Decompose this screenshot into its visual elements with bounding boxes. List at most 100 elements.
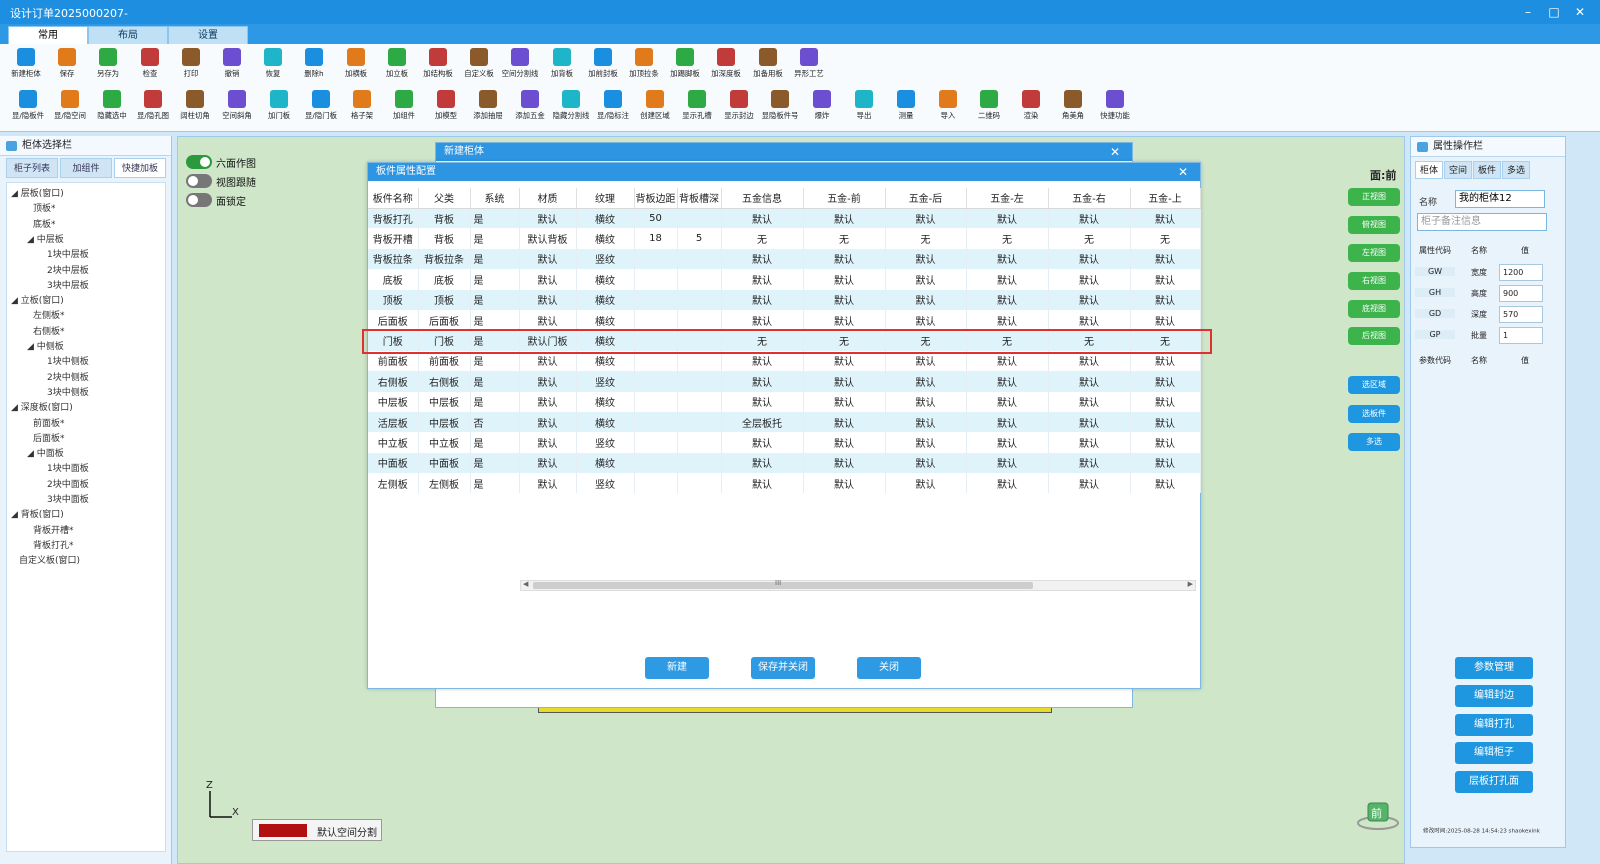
- edit-drilling-button[interactable]: 编辑打孔: [1455, 714, 1533, 736]
- table-cell[interactable]: 默认: [885, 269, 967, 290]
- table-cell[interactable]: 横纹: [576, 350, 635, 372]
- table-row[interactable]: 底板 底板是默认 横纹 默认 默认 默认 默认 默认 默认: [368, 269, 1201, 290]
- table-cell[interactable]: 默认: [1130, 208, 1201, 229]
- table-cell[interactable]: 默认: [1130, 411, 1201, 433]
- table-cell[interactable]: [677, 309, 722, 331]
- table-cell[interactable]: 默认: [519, 452, 577, 474]
- table-cell[interactable]: [634, 350, 678, 372]
- table-cell[interactable]: 默认: [885, 452, 967, 474]
- table-cell[interactable]: [634, 289, 678, 310]
- tree-item[interactable]: ◢ 中层板: [27, 233, 64, 247]
- table-cell[interactable]: 背板拉条: [368, 248, 419, 270]
- multi-select-button[interactable]: 多选: [1348, 433, 1400, 451]
- table-cell[interactable]: 底板: [418, 269, 471, 290]
- table-cell[interactable]: 默认: [1048, 309, 1131, 331]
- table-cell[interactable]: 中层板: [418, 391, 471, 412]
- table-cell[interactable]: 默认: [519, 432, 577, 453]
- table-cell[interactable]: 横纹: [576, 411, 635, 433]
- back-view-button[interactable]: 后视图: [1348, 327, 1400, 345]
- table-cell[interactable]: 背板开槽: [368, 228, 419, 249]
- table-cell[interactable]: 底板: [368, 269, 419, 290]
- toolbar-button[interactable]: 显隐板件号: [758, 88, 802, 124]
- table-cell[interactable]: [634, 452, 678, 474]
- table-cell[interactable]: 默认: [885, 432, 967, 453]
- table-cell[interactable]: 默认: [803, 350, 886, 372]
- table-cell[interactable]: 无: [721, 228, 804, 249]
- table-cell[interactable]: 默认: [721, 248, 804, 270]
- table-cell[interactable]: 默认: [519, 411, 577, 433]
- table-cell[interactable]: 默认: [519, 248, 577, 270]
- edit-edge-banding-button[interactable]: 编辑封边: [1455, 685, 1533, 707]
- toolbar-button[interactable]: 加横板: [334, 46, 378, 82]
- toolbar-button[interactable]: 显示孔槽: [675, 88, 719, 124]
- table-cell[interactable]: 默认: [721, 371, 804, 392]
- table-cell[interactable]: 无: [966, 330, 1049, 351]
- table-cell[interactable]: 默认: [966, 289, 1049, 310]
- table-cell[interactable]: 默认: [519, 371, 577, 392]
- tab-board[interactable]: 板件: [1473, 161, 1501, 179]
- table-cell[interactable]: 默认: [885, 289, 967, 310]
- table-cell[interactable]: 背板: [418, 208, 471, 229]
- table-cell[interactable]: 默认: [1130, 269, 1201, 290]
- toolbar-button[interactable]: 加模型: [424, 88, 468, 124]
- table-cell[interactable]: 默认: [519, 309, 577, 331]
- table-cell[interactable]: 默认: [1130, 289, 1201, 310]
- table-row[interactable]: 中层板 中层板是默认 横纹 默认 默认 默认 默认 默认 默认: [368, 391, 1201, 412]
- table-row[interactable]: 背板拉条 背板拉条是默认 竖纹 默认 默认 默认 默认 默认 默认: [368, 248, 1201, 270]
- new-board-button[interactable]: 新建: [645, 657, 709, 679]
- scroll-thumb[interactable]: III: [533, 579, 1033, 589]
- tree-item[interactable]: 1块中面板: [47, 462, 89, 476]
- table-cell[interactable]: 是: [470, 452, 520, 474]
- table-cell[interactable]: 横纹: [576, 452, 635, 474]
- table-cell[interactable]: 默认: [966, 309, 1049, 331]
- table-cell[interactable]: 右侧板: [368, 371, 419, 392]
- tree-item[interactable]: 2块中侧板: [47, 371, 89, 385]
- table-cell[interactable]: 默认: [885, 208, 967, 229]
- column-header[interactable]: 背板槽深: [677, 188, 722, 209]
- close-board-properties-dialog-button[interactable]: ✕: [1178, 163, 1188, 181]
- tree-item[interactable]: 1块中侧板: [47, 355, 89, 369]
- table-cell[interactable]: 横纹: [576, 228, 635, 249]
- tree-item[interactable]: 背板开槽*: [33, 524, 74, 538]
- table-cell[interactable]: 默认: [803, 452, 886, 474]
- column-header[interactable]: 五金-左: [966, 188, 1049, 209]
- six-face-toggle[interactable]: [186, 155, 212, 169]
- table-cell[interactable]: 默认: [966, 371, 1049, 392]
- table-horizontal-scrollbar[interactable]: ◀ III ▶: [520, 579, 1196, 591]
- column-header[interactable]: 五金信息: [721, 188, 804, 209]
- table-cell[interactable]: 默认: [1048, 289, 1131, 310]
- table-cell[interactable]: [634, 473, 678, 494]
- prop-value-input[interactable]: 1: [1499, 327, 1543, 344]
- toolbar-button[interactable]: 显/隐孔图: [131, 88, 175, 124]
- table-cell[interactable]: 全层板托: [721, 411, 804, 433]
- tree-item[interactable]: ◢ 立板(窗口): [11, 294, 64, 308]
- table-cell[interactable]: 背板拉条: [418, 248, 471, 270]
- table-cell[interactable]: 默认: [721, 391, 804, 412]
- table-cell[interactable]: 是: [470, 248, 520, 270]
- table-cell[interactable]: 无: [721, 330, 804, 351]
- table-cell[interactable]: 是: [470, 228, 520, 249]
- table-cell[interactable]: 背板: [418, 228, 471, 249]
- face-lock-toggle[interactable]: [186, 193, 212, 207]
- table-cell[interactable]: 竖纹: [576, 473, 635, 494]
- table-cell[interactable]: 竖纹: [576, 371, 635, 392]
- table-cell[interactable]: 横纹: [576, 309, 635, 331]
- table-cell[interactable]: [677, 452, 722, 474]
- table-cell[interactable]: 顶板: [418, 289, 471, 310]
- toolbar-button[interactable]: 显/隐门板: [299, 88, 343, 124]
- table-cell[interactable]: 前面板: [368, 350, 419, 372]
- prop-value-input[interactable]: 900: [1499, 285, 1543, 302]
- table-cell[interactable]: 默认: [803, 269, 886, 290]
- tab-multi-select[interactable]: 多选: [1502, 161, 1530, 179]
- tab-add-component[interactable]: 加组件: [60, 158, 112, 178]
- toolbar-button[interactable]: 打印: [169, 46, 213, 82]
- toolbar-button[interactable]: 空间斜角: [215, 88, 259, 124]
- table-cell[interactable]: 默认: [966, 411, 1049, 433]
- column-header[interactable]: 材质: [519, 188, 577, 209]
- table-cell[interactable]: 是: [470, 473, 520, 494]
- tab-cabinet[interactable]: 柜体: [1415, 161, 1443, 179]
- tree-item[interactable]: ◢ 中面板: [27, 447, 64, 461]
- toolbar-button[interactable]: 加前封板: [581, 46, 625, 82]
- toolbar-button[interactable]: 二维码: [967, 88, 1011, 124]
- table-cell[interactable]: 默认: [1130, 391, 1201, 412]
